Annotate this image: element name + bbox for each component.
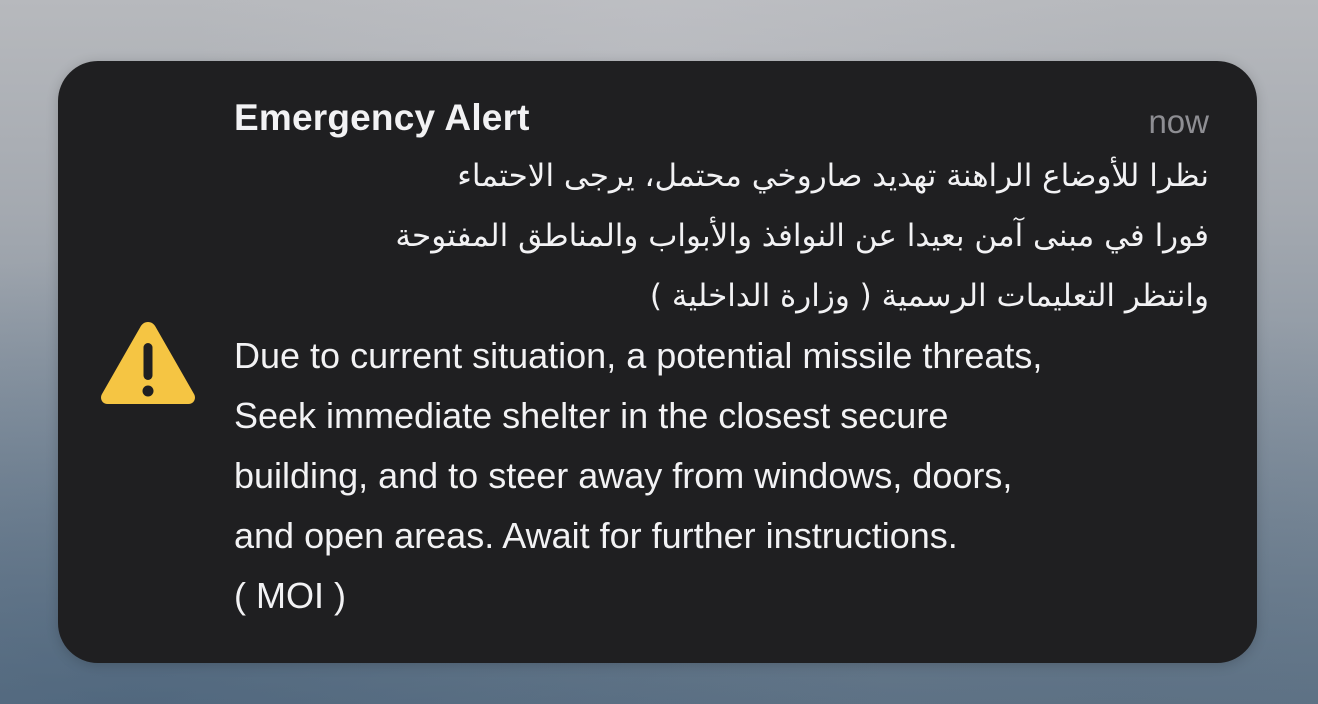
english-message-line: and open areas. Await for further instru…: [234, 515, 958, 556]
notification-header: Emergency Alert now: [234, 95, 1214, 145]
arabic-message-line: نظرا للأوضاع الراهنة تهديد صاروخي محتمل،…: [457, 158, 1209, 194]
arabic-message-line: وانتظر التعليمات الرسمية ( وزارة الداخلي…: [649, 278, 1209, 314]
notification-content: Emergency Alert now نظرا للأوضاع الراهنة…: [234, 95, 1214, 626]
english-message-line: ( MOI ): [234, 575, 346, 616]
english-message: Due to current situation, a potential mi…: [234, 326, 1209, 626]
warning-triangle-icon: [101, 322, 195, 404]
arabic-message-line: فورا في مبنى آمن بعيدا عن النوافذ والأبو…: [395, 218, 1209, 254]
arabic-message: نظرا للأوضاع الراهنة تهديد صاروخي محتمل،…: [234, 146, 1209, 326]
english-message-line: Due to current situation, a potential mi…: [234, 335, 1043, 376]
emergency-alert-notification[interactable]: Emergency Alert now نظرا للأوضاع الراهنة…: [58, 61, 1257, 663]
notification-title: Emergency Alert: [234, 97, 530, 138]
notification-timestamp: now: [1148, 103, 1209, 140]
english-message-line: building, and to steer away from windows…: [234, 455, 1013, 496]
english-message-line: Seek immediate shelter in the closest se…: [234, 395, 949, 436]
